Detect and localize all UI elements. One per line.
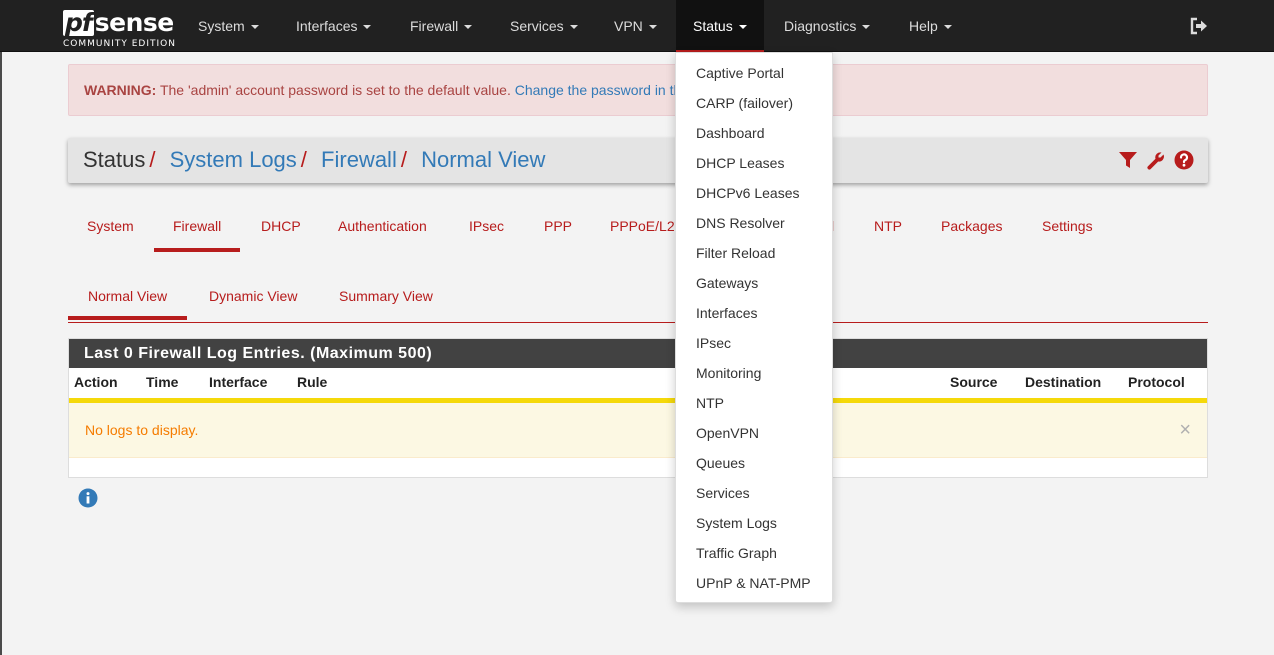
caret-down-icon (738, 25, 747, 30)
menu-item-ipsec[interactable]: IPsec (676, 328, 832, 358)
menu-item-dns-resolver[interactable]: DNS Resolver (676, 208, 832, 238)
menu-item-dhcpv6-leases[interactable]: DHCPv6 Leases (676, 178, 832, 208)
menu-item-monitoring[interactable]: Monitoring (676, 358, 832, 388)
menu-item-interfaces[interactable]: Interfaces (676, 298, 832, 328)
info-icon[interactable] (78, 488, 98, 508)
question-icon[interactable] (1174, 150, 1194, 170)
breadcrumb-separator: / (149, 147, 156, 172)
menu-item-system-logs[interactable]: System Logs (676, 508, 832, 538)
menu-item-upnp[interactable]: UPnP & NAT-PMP (676, 568, 832, 598)
window-edge (0, 52, 2, 655)
breadcrumb-firewall[interactable]: Firewall (321, 147, 397, 172)
breadcrumb-normal-view[interactable]: Normal View (421, 147, 545, 172)
nav-firewall[interactable]: Firewall (410, 0, 473, 52)
close-icon[interactable]: × (1179, 403, 1191, 457)
tab-settings[interactable]: Settings (1042, 218, 1093, 234)
nav-services[interactable]: Services (510, 0, 578, 52)
filter-icon[interactable] (1118, 150, 1138, 170)
tab-packages[interactable]: Packages (941, 218, 1002, 234)
tab-ppp[interactable]: PPP (544, 218, 572, 234)
tab-firewall[interactable]: Firewall (153, 218, 241, 252)
warning-text: The 'admin' account password is set to t… (156, 82, 515, 98)
status-dropdown-menu: Captive Portal CARP (failover) Dashboard… (675, 52, 833, 603)
tab-system[interactable]: System (87, 218, 134, 234)
nav-help[interactable]: Help (909, 0, 952, 52)
change-password-link[interactable]: Change the password in th (515, 82, 682, 98)
logo-sense: sense (94, 8, 174, 37)
tab-authentication[interactable]: Authentication (338, 218, 427, 234)
logo-pf: pf (63, 8, 94, 37)
col-action[interactable]: Action (74, 368, 118, 397)
menu-item-filter-reload[interactable]: Filter Reload (676, 238, 832, 268)
no-logs-alert: No logs to display. × (69, 403, 1207, 458)
caret-down-icon (363, 25, 372, 30)
panel-title: Last 0 Firewall Log Entries. (Maximum 50… (69, 339, 1207, 368)
sign-out-icon[interactable] (1189, 16, 1209, 36)
breadcrumb: Status / System Logs / Firewall / Normal Vi… (68, 138, 1208, 183)
caret-down-icon (648, 25, 657, 30)
menu-item-dhcp-leases[interactable]: DHCP Leases (676, 148, 832, 178)
caret-down-icon (250, 25, 259, 30)
log-category-tabs: System Firewall DHCP Authentication IPse… (68, 218, 1208, 252)
nav-status[interactable]: Status (676, 0, 764, 54)
col-rule[interactable]: Rule (297, 368, 327, 397)
view-tabs: Normal View Dynamic View Summary View (67, 288, 1208, 323)
col-destination[interactable]: Destination (1025, 368, 1101, 397)
tab-dynamic-view[interactable]: Dynamic View (209, 288, 297, 304)
tab-summary-view[interactable]: Summary View (339, 288, 433, 304)
tab-normal-view[interactable]: Normal View (67, 288, 188, 320)
col-source[interactable]: Source (950, 368, 997, 397)
menu-item-services[interactable]: Services (676, 478, 832, 508)
menu-item-carp[interactable]: CARP (failover) (676, 88, 832, 118)
menu-item-captive-portal[interactable]: Captive Portal (676, 58, 832, 88)
wrench-icon[interactable] (1146, 150, 1166, 170)
nav-system[interactable]: System (198, 0, 259, 52)
col-protocol[interactable]: Protocol (1128, 368, 1185, 397)
menu-item-openvpn[interactable]: OpenVPN (676, 418, 832, 448)
nav-vpn[interactable]: VPN (614, 0, 657, 52)
caret-down-icon (464, 25, 473, 30)
tab-ntp[interactable]: NTP (874, 218, 902, 234)
tab-pppoe-l2tp[interactable]: PPPoE/L2T (610, 218, 683, 234)
tab-ipsec[interactable]: IPsec (469, 218, 504, 234)
menu-item-ntp[interactable]: NTP (676, 388, 832, 418)
menu-item-queues[interactable]: Queues (676, 448, 832, 478)
nav-interfaces[interactable]: Interfaces (296, 0, 372, 52)
col-time[interactable]: Time (146, 368, 178, 397)
nav-diagnostics[interactable]: Diagnostics (784, 0, 871, 52)
tab-dhcp[interactable]: DHCP (261, 218, 301, 234)
pfsense-logo[interactable]: pf sense COMMUNITY EDITION (63, 6, 176, 49)
top-navbar: pf sense COMMUNITY EDITION System Interf… (0, 0, 1274, 54)
caret-down-icon (862, 25, 871, 30)
caret-down-icon (569, 25, 578, 30)
breadcrumb-separator: / (300, 147, 307, 172)
menu-item-dashboard[interactable]: Dashboard (676, 118, 832, 148)
firewall-log-panel: Last 0 Firewall Log Entries. (Maximum 50… (68, 338, 1208, 478)
table-header: Action Time Interface Rule Source Destin… (69, 368, 1207, 403)
menu-item-gateways[interactable]: Gateways (676, 268, 832, 298)
breadcrumb-separator: / (400, 147, 407, 172)
caret-down-icon (943, 25, 952, 30)
warning-label: WARNING: (84, 82, 157, 98)
no-logs-message: No logs to display. (85, 422, 199, 438)
default-password-warning: WARNING: The 'admin' account password is… (68, 64, 1208, 116)
col-interface[interactable]: Interface (209, 368, 267, 397)
breadcrumb-system-logs[interactable]: System Logs (170, 147, 297, 172)
logo-edition: COMMUNITY EDITION (63, 39, 176, 49)
breadcrumb-status: Status (83, 147, 146, 172)
menu-item-traffic-graph[interactable]: Traffic Graph (676, 538, 832, 568)
